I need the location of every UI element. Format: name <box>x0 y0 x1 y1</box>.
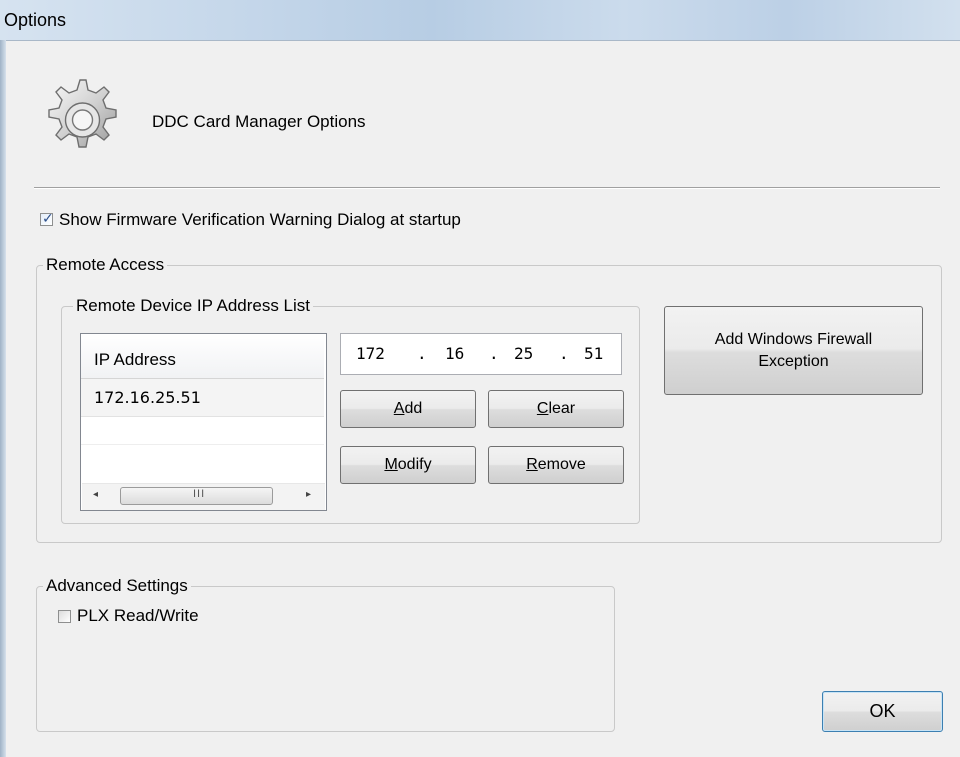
ip-address-list[interactable]: IP Address 172.16.25.51 ◂ III ▸ <box>80 333 327 511</box>
window-title: Options <box>4 10 67 30</box>
clear-mnemonic: C <box>536 400 549 417</box>
remove-label: emove <box>537 456 586 473</box>
scroll-left-icon[interactable]: ◂ <box>93 489 98 500</box>
header-separator <box>34 187 940 189</box>
ip-separator: . <box>417 344 427 363</box>
ip-address-input[interactable]: 172 . 16 . 25 . 51 <box>340 333 622 375</box>
gear-icon <box>48 79 117 148</box>
clear-button[interactable]: Clear <box>488 390 624 428</box>
add-label: dd <box>404 400 423 417</box>
ip-list-group-title: Remote Device IP Address List <box>73 296 314 316</box>
firewall-button-line2: Exception <box>758 352 829 370</box>
add-button[interactable]: Add <box>340 390 476 428</box>
add-firewall-exception-button[interactable]: Add Windows Firewall Exception <box>664 306 923 395</box>
clear-label: lear <box>548 400 576 417</box>
title-bar[interactable]: Options <box>0 0 960 41</box>
plx-read-write-label[interactable]: PLX Read/Write <box>77 606 199 626</box>
ip-separator: . <box>559 344 569 363</box>
list-item[interactable]: 172.16.25.51 <box>81 379 324 417</box>
horizontal-scrollbar[interactable]: ◂ III ▸ <box>82 483 325 510</box>
scrollbar-thumb[interactable]: III <box>120 487 273 505</box>
modify-label: odify <box>397 456 432 473</box>
grip-icon: III <box>193 488 206 500</box>
remote-access-title: Remote Access <box>43 255 168 275</box>
ip-octet-4[interactable]: 51 <box>584 344 603 363</box>
advanced-settings-title: Advanced Settings <box>43 576 191 596</box>
header-title: DDC Card Manager Options <box>152 112 366 131</box>
column-header-ip-address[interactable]: IP Address <box>81 334 324 379</box>
ip-octet-1[interactable]: 172 <box>356 344 385 363</box>
firmware-warning-checkbox[interactable]: ✓ <box>40 210 54 226</box>
checkmark-icon: ✓ <box>42 210 54 226</box>
firewall-button-line1: Add Windows Firewall <box>714 330 873 348</box>
remove-mnemonic: R <box>526 456 538 473</box>
modify-mnemonic: M <box>384 456 398 473</box>
modify-button[interactable]: Modify <box>340 446 476 484</box>
list-item-empty <box>81 417 324 445</box>
plx-read-write-checkbox[interactable] <box>58 610 71 623</box>
window-frame-left <box>0 40 6 757</box>
ip-octet-2[interactable]: 16 <box>445 344 464 363</box>
ok-button[interactable]: OK <box>822 691 943 732</box>
add-mnemonic: A <box>393 400 405 417</box>
ip-separator: . <box>489 344 499 363</box>
ip-octet-3[interactable]: 25 <box>514 344 533 363</box>
firmware-warning-label[interactable]: Show Firmware Verification Warning Dialo… <box>59 210 461 230</box>
remove-button[interactable]: Remove <box>488 446 624 484</box>
scroll-right-icon[interactable]: ▸ <box>306 489 311 500</box>
